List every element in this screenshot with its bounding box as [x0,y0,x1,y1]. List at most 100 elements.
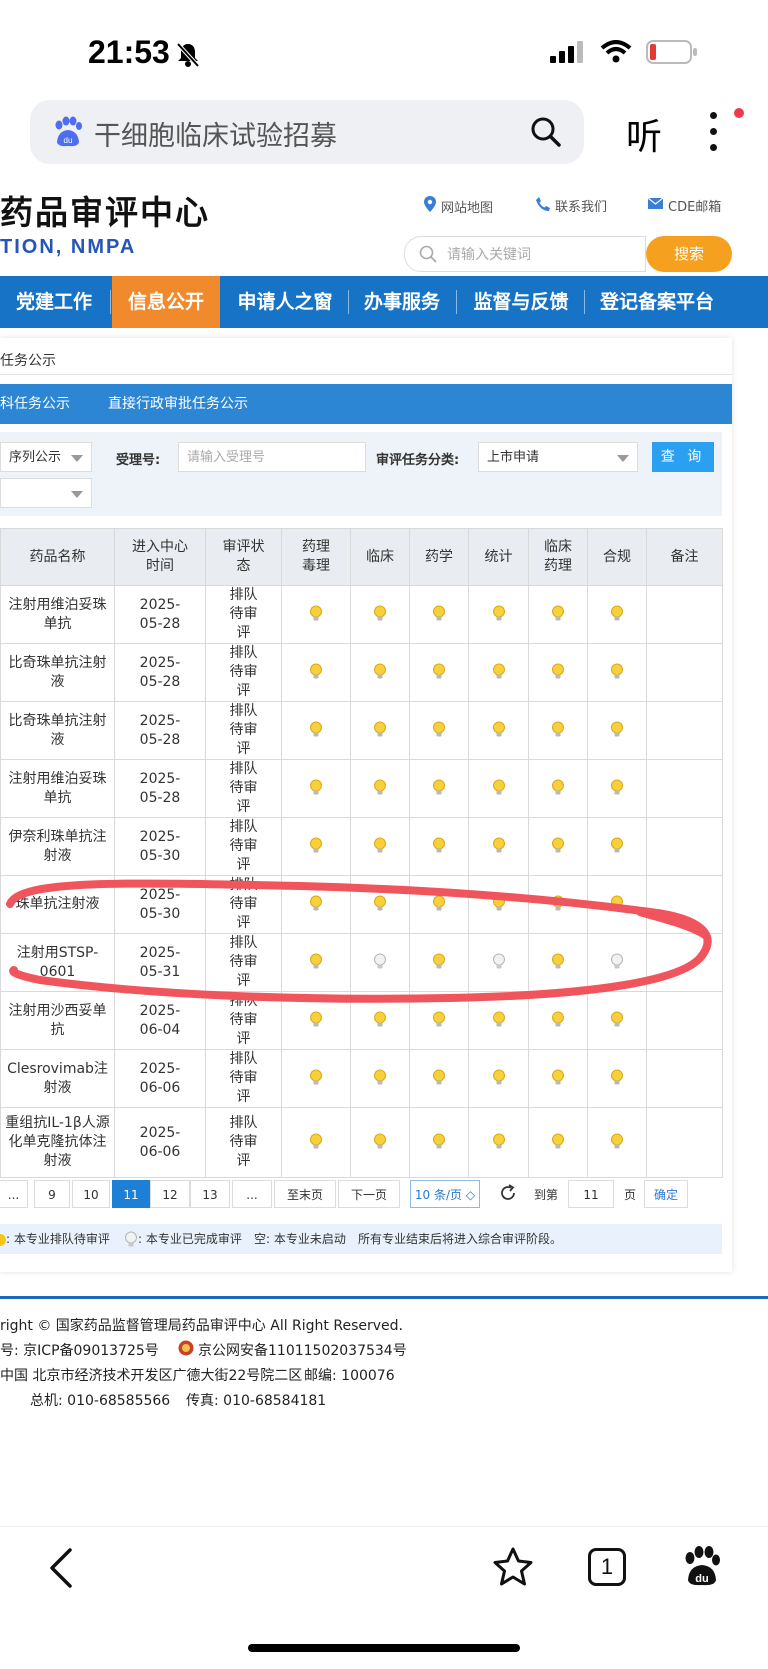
discipline-status-cell [528,1107,588,1178]
lightbulb-on-icon [610,837,624,854]
more-menu-icon[interactable] [710,112,718,160]
lightbulb-on-icon [610,1133,624,1150]
lightbulb-on-icon [492,1069,506,1086]
status-cell: 排队待审评 [205,585,282,644]
back-icon[interactable] [46,1546,76,1594]
drug-name-cell: 重组抗IL-1β人源化单克隆抗体注射液 [0,1107,115,1178]
lightbulb-on-icon [551,721,565,738]
table-row: 比奇珠单抗注射液 2025-05-28 排队待审评 [0,701,723,760]
drug-name-cell: 注射用维泊妥珠单抗 [0,759,115,818]
accept-no-label: 受理号: [116,453,161,468]
drug-name-cell: 注射用STSP-0601 [0,933,115,992]
page-button-current[interactable]: 11 [112,1180,150,1208]
cde-mail-link[interactable]: CDE邮箱 [647,196,722,215]
discipline-status-cell [409,991,469,1050]
col-header: 药学 [409,528,469,586]
discipline-status-cell [528,875,588,934]
table-header-row: 药品名称 进入中心时间 审评状态 药理毒理 临床 药学 统计 临床药理 合规 备… [0,528,723,586]
lightbulb-on-icon [432,1133,446,1150]
category-select[interactable]: 上市申请 [478,442,638,472]
site-subtitle: TION, NMPA [0,236,137,258]
goto-page-input[interactable]: 11 [568,1180,614,1208]
query-button[interactable]: 查 询 [652,442,714,472]
discipline-status-cell [409,585,469,644]
footer-divider [0,1296,768,1299]
lightbulb-on-icon [551,779,565,796]
col-header: 临床 [350,528,410,586]
browser-search-bar[interactable]: du 干细胞临床试验招募 [30,100,584,164]
nav-item-services[interactable]: 办事服务 [352,276,452,328]
legend-empty: 空: 本专业未启动 [254,1232,346,1246]
cde-mail-label: CDE邮箱 [668,200,722,215]
page-button[interactable]: 12 [150,1180,190,1208]
discipline-status-cell [587,933,647,992]
confirm-button[interactable]: 确定 [644,1180,688,1208]
favorite-star-icon[interactable] [492,1546,534,1592]
nav-item-info-public[interactable]: 信息公开 [112,276,220,328]
lightbulb-on-icon [309,1011,323,1028]
lightbulb-on-icon [373,779,387,796]
lightbulb-on-icon [492,779,506,796]
nav-item-registration[interactable]: 登记备案平台 [590,276,724,328]
next-page-button[interactable]: 下一页 [338,1180,400,1208]
lightbulb-on-icon [373,1133,387,1150]
page-button[interactable]: 13 [190,1180,230,1208]
nav-item-party[interactable]: 党建工作 [0,276,108,328]
tab-review-tasks[interactable]: 科任务公示 [0,384,70,424]
lightbulb-on-icon [551,605,565,622]
table-row: 伊奈利珠单抗注射液 2025-05-30 排队待审评 [0,817,723,876]
page-button[interactable]: 9 [34,1180,70,1208]
col-header: 审评状态 [205,528,282,586]
discipline-status-cell [281,875,351,934]
lightbulb-on-icon [309,663,323,680]
footer-police: 京公网安备11011502037534号 [198,1343,407,1359]
mute-bell-icon [176,42,200,72]
discipline-status-cell [281,701,351,760]
baidu-paw-icon[interactable]: du [682,1546,720,1592]
nav-item-applicant[interactable]: 申请人之窗 [226,276,344,328]
discipline-status-cell [409,701,469,760]
status-cell: 排队待审评 [205,701,282,760]
tabs-count-button[interactable]: 1 [588,1548,626,1586]
col-header: 合规 [587,528,647,586]
keyword-search-input[interactable]: 请输入关键词 [404,236,646,272]
page-ellipsis[interactable]: ... [0,1180,28,1208]
status-cell: 排队待审评 [205,933,282,992]
page-button[interactable]: 10 [72,1180,110,1208]
lightbulb-on-icon [551,1011,565,1028]
listen-button[interactable]: 听 [626,108,662,160]
date-cell: 2025-05-30 [114,875,206,934]
sequence-select-value: 序列公示 [9,450,62,465]
sequence-select[interactable]: 序列公示 [0,442,92,472]
lightbulb-on-icon [551,837,565,854]
keyword-search-button[interactable]: 搜索 [646,236,732,272]
discipline-status-cell [409,759,469,818]
discipline-status-cell [528,701,588,760]
discipline-status-cell [587,585,647,644]
lightbulb-on-icon [309,1133,323,1150]
per-page-select[interactable]: 10 条/页 ◇ [410,1180,480,1208]
accept-no-input[interactable]: 请输入受理号 [178,442,366,472]
refresh-icon[interactable] [498,1183,518,1207]
search-icon[interactable] [530,116,562,152]
lightbulb-on-icon [492,837,506,854]
lightbulb-on-icon [610,721,624,738]
last-page-button[interactable]: 至末页 [274,1180,336,1208]
nav-item-supervision[interactable]: 监督与反馈 [462,276,580,328]
discipline-status-cell [587,643,647,702]
lightbulb-on-icon [492,1133,506,1150]
status-cell: 排队待审评 [205,1107,282,1178]
lightbulb-on-icon [432,895,446,912]
discipline-status-cell [528,759,588,818]
discipline-status-cell [350,701,410,760]
secondary-select[interactable] [0,478,92,508]
contact-link[interactable]: 联系我们 [536,196,607,215]
sitemap-link[interactable]: 网站地图 [424,196,493,216]
lightbulb-on-icon [373,895,387,912]
page-ellipsis[interactable]: ... [232,1180,272,1208]
tab-direct-approval[interactable]: 直接行政审批任务公示 [108,384,248,424]
accept-no-placeholder: 请输入受理号 [187,450,266,465]
lightbulb-on-icon [373,605,387,622]
status-cell: 排队待审评 [205,817,282,876]
discipline-status-cell [350,817,410,876]
